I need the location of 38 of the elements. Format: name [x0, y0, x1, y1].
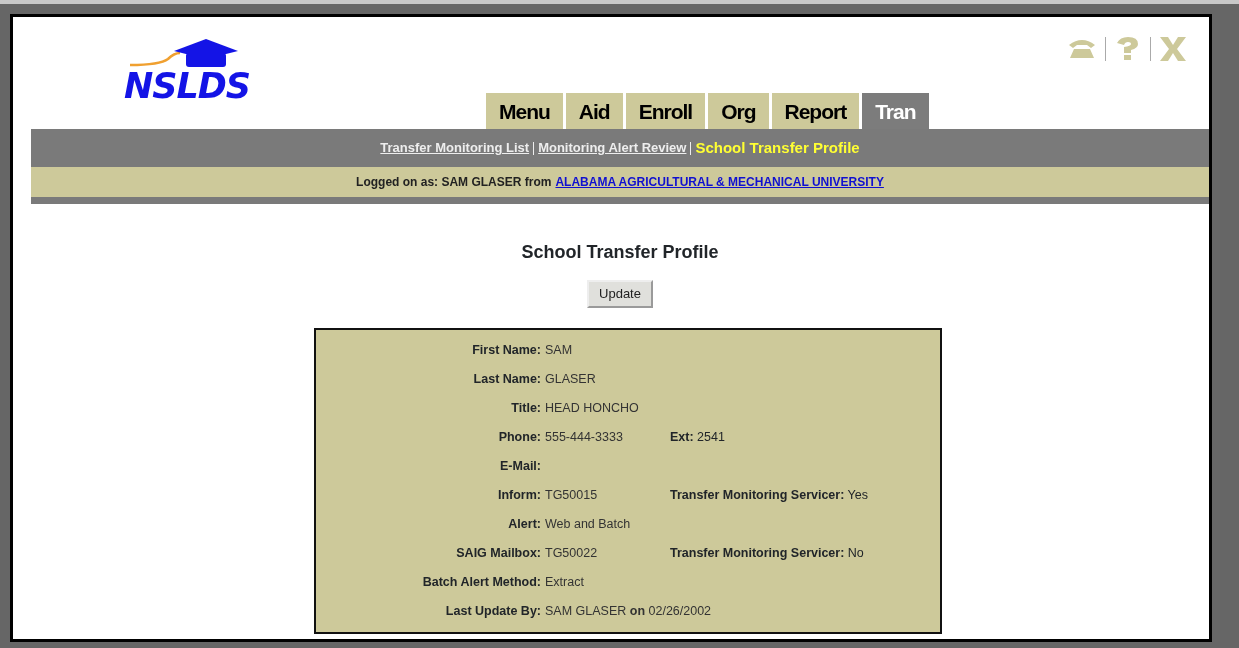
- nav-tab[interactable]: Menu: [486, 92, 563, 129]
- field-value: SAM: [545, 342, 573, 357]
- field-label: Batch Alert Method:: [421, 573, 542, 591]
- field-label: First Name:: [471, 341, 542, 359]
- subnav-link[interactable]: Monitoring Alert Review: [538, 138, 687, 158]
- phone-icon[interactable]: [1067, 37, 1097, 59]
- field-value: Web and Batch: [545, 516, 631, 531]
- field-label: Alert:: [507, 515, 542, 533]
- field-label: E-Mail:: [499, 457, 542, 475]
- school-link[interactable]: ALABAMA AGRICULTURAL & MECHANICAL UNIVERSITY: [555, 173, 884, 191]
- field-value: Ext: 2541: [670, 429, 725, 444]
- login-text: Logged on as: SAM GLASER from: [356, 174, 552, 191]
- field-value: SAM GLASER on 02/26/2002: [545, 603, 712, 618]
- nav-tab[interactable]: Report: [771, 92, 860, 129]
- page-title: School Transfer Profile: [520, 241, 720, 264]
- nav-tab[interactable]: Enroll: [625, 92, 706, 129]
- update-button[interactable]: Update: [587, 280, 653, 308]
- field-label: Last Update By:: [444, 602, 542, 620]
- field-label: Inform:: [496, 486, 542, 504]
- field-label: Last Name:: [472, 370, 542, 388]
- field-value: Extract: [545, 574, 584, 589]
- field-value: 555-444-3333: [545, 429, 623, 444]
- field-value: Transfer Monitoring Servicer: No: [670, 545, 864, 560]
- nav-tab[interactable]: Aid: [565, 92, 623, 129]
- field-label: Phone:: [497, 428, 542, 446]
- field-value: GLASER: [545, 371, 596, 386]
- field-label: SAIG Mailbox:: [455, 544, 542, 562]
- subnav-link[interactable]: Transfer Monitoring List: [380, 138, 530, 158]
- close-icon[interactable]: [1159, 37, 1187, 61]
- field-value: Transfer Monitoring Servicer: Yes: [670, 487, 868, 502]
- field-label: Title:: [510, 399, 542, 417]
- field-value: TG50015: [545, 487, 598, 502]
- nav-tab[interactable]: Org: [708, 92, 769, 129]
- field-value: TG50022: [545, 545, 598, 560]
- subnav-link[interactable]: School Transfer Profile: [695, 136, 860, 160]
- nav-tab[interactable]: Tran: [862, 92, 929, 129]
- logo[interactable]: NSLDS: [124, 69, 251, 104]
- field-value: HEAD HONCHO: [545, 400, 639, 415]
